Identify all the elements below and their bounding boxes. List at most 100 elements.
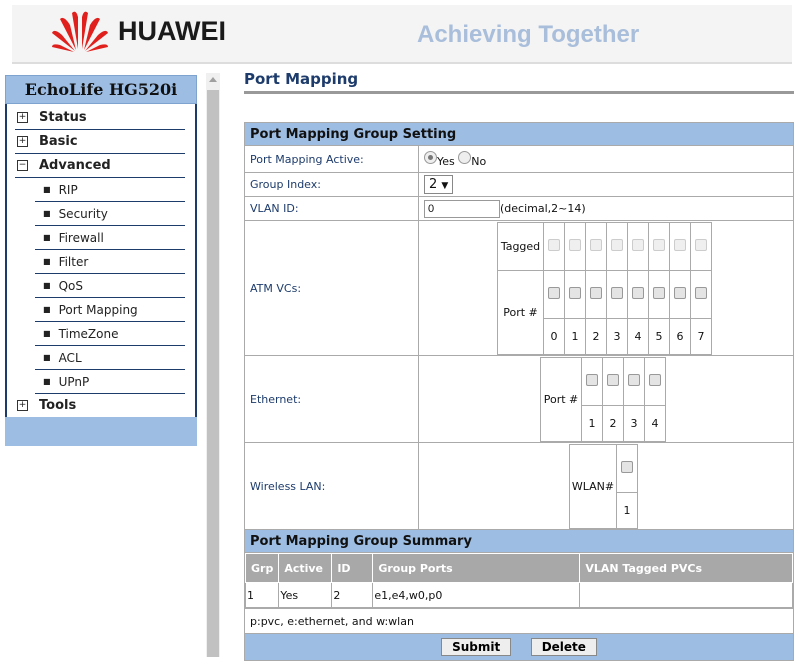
port-number: 4 xyxy=(627,317,649,355)
cell xyxy=(579,582,793,608)
sidebar-subitem-rip[interactable]: ■ RIP xyxy=(35,178,185,202)
table-row: 1 Yes 2 e1,e4,w0,p0 xyxy=(244,582,793,608)
cell: Yes xyxy=(278,582,333,608)
dropdown-arrow-icon: ▼ xyxy=(441,181,449,191)
port-checkbox[interactable] xyxy=(569,286,581,299)
label: Group Index: xyxy=(244,172,419,197)
scroll-up-icon[interactable] xyxy=(209,77,217,82)
expand-icon[interactable]: + xyxy=(17,112,28,123)
label: Yes xyxy=(437,154,455,168)
tagged-checkbox[interactable] xyxy=(569,238,581,251)
sidebar-item-status[interactable]: + Status xyxy=(15,106,185,130)
active-yes-radio[interactable] xyxy=(424,150,437,164)
port-checkbox[interactable] xyxy=(632,286,644,299)
port-number: 4 xyxy=(644,404,666,442)
sidebar-subitem-filter[interactable]: ■ Filter xyxy=(35,250,185,274)
vlan-hint: (decimal,2~14) xyxy=(500,201,586,215)
sidebar-subitem-security[interactable]: ■ Security xyxy=(35,202,185,226)
tagged-checkbox[interactable] xyxy=(674,238,686,251)
port-checkbox[interactable] xyxy=(695,286,707,299)
eth-port-checkbox[interactable] xyxy=(649,373,661,386)
sidebar-item-tools[interactable]: + Tools xyxy=(15,394,185,417)
port-number: 3 xyxy=(623,404,645,442)
bullet-icon: ■ xyxy=(43,329,51,338)
label: Port Mapping xyxy=(58,302,138,317)
atm-vc-table: Tagged Port # 01234567 xyxy=(497,221,712,355)
label: Tools xyxy=(39,398,77,413)
sidebar-subitem-port-mapping[interactable]: ■ Port Mapping xyxy=(35,298,185,322)
sidebar-footer xyxy=(5,417,197,446)
page-title: Port Mapping xyxy=(244,70,794,94)
bullet-icon: ■ xyxy=(43,281,51,290)
eth-port-checkbox[interactable] xyxy=(607,373,619,386)
huawei-logo: HUAWEI xyxy=(50,9,226,53)
sidebar-item-basic[interactable]: + Basic xyxy=(15,130,185,154)
sidebar-item-advanced[interactable]: − Advanced xyxy=(15,154,185,178)
sidebar-subitem-timezone[interactable]: ■ TimeZone xyxy=(35,322,185,346)
button-bar: Submit Delete xyxy=(244,633,794,661)
port-checkbox[interactable] xyxy=(548,286,560,299)
label: QoS xyxy=(58,278,83,293)
tagged-checkbox[interactable] xyxy=(653,238,665,251)
eth-port-checkbox[interactable] xyxy=(628,373,640,386)
section-title: Port Mapping Group Setting xyxy=(244,122,794,146)
active-no-radio[interactable] xyxy=(458,150,472,164)
section-title: Port Mapping Group Summary xyxy=(244,529,794,553)
label: Port # xyxy=(497,269,544,355)
eth-port-checkbox[interactable] xyxy=(586,373,598,386)
column-header: Group Ports xyxy=(372,553,581,583)
port-number: 1 xyxy=(581,404,603,442)
port-number: 6 xyxy=(669,317,691,355)
cell: 2 xyxy=(331,582,374,608)
scrollbar-thumb[interactable] xyxy=(207,90,219,657)
label: Ethernet: xyxy=(244,355,419,443)
value: 2 xyxy=(429,177,438,192)
sidebar-subitem-upnp[interactable]: ■ UPnP xyxy=(35,370,185,394)
slogan: Achieving Together xyxy=(417,21,640,48)
expand-icon[interactable]: + xyxy=(17,136,28,147)
tagged-checkbox[interactable] xyxy=(611,238,623,251)
ethernet-table: Port # 1234 xyxy=(540,356,666,442)
column-header: Active xyxy=(278,553,333,583)
bullet-icon: ■ xyxy=(43,305,51,314)
wlan-checkbox[interactable] xyxy=(621,460,633,473)
port-checkbox[interactable] xyxy=(611,286,623,299)
tagged-checkbox[interactable] xyxy=(632,238,644,251)
submit-button[interactable]: Submit xyxy=(441,638,512,656)
column-header: Grp xyxy=(244,553,280,583)
tagged-checkbox[interactable] xyxy=(590,238,602,251)
tagged-checkbox[interactable] xyxy=(548,238,560,251)
bullet-icon: ■ xyxy=(43,185,51,194)
group-index-select[interactable]: 2 ▼ xyxy=(424,175,454,194)
sidebar-subitem-qos[interactable]: ■ QoS xyxy=(35,274,185,298)
huawei-flower-icon xyxy=(52,11,108,52)
expand-icon[interactable]: + xyxy=(17,400,28,411)
port-checkbox[interactable] xyxy=(674,286,686,299)
label: Filter xyxy=(58,254,89,269)
label: UPnP xyxy=(58,374,90,389)
summary-table: Grp Active ID Group Ports VLAN Tagged PVCs 1… xyxy=(244,553,793,608)
port-checkbox[interactable] xyxy=(653,286,665,299)
bullet-icon: ■ xyxy=(43,377,51,386)
port-number: 0 xyxy=(543,317,565,355)
header: HUAWEI Achieving Together xyxy=(12,5,792,64)
tagged-checkbox[interactable] xyxy=(695,238,707,251)
label: Tagged xyxy=(497,221,544,271)
port-checkbox[interactable] xyxy=(590,286,602,299)
main-content: Port Mapping Port Mapping Group Setting … xyxy=(244,70,794,661)
label: Firewall xyxy=(58,230,104,245)
sidebar-subitem-acl[interactable]: ■ ACL xyxy=(35,346,185,370)
brand-name: HUAWEI xyxy=(118,15,226,46)
scrollbar[interactable] xyxy=(206,73,220,657)
label: ATM VCs: xyxy=(244,220,419,356)
device-title: EchoLife HG520i xyxy=(5,75,197,104)
label: Basic xyxy=(39,134,78,149)
port-number: 5 xyxy=(648,317,670,355)
sidebar-subitem-firewall[interactable]: ■ Firewall xyxy=(35,226,185,250)
vlan-id-input[interactable] xyxy=(424,199,500,218)
port-number: 7 xyxy=(690,317,712,355)
collapse-icon[interactable]: − xyxy=(17,160,28,171)
delete-button[interactable]: Delete xyxy=(530,638,597,656)
port-number: 1 xyxy=(564,317,586,355)
sidebar: EchoLife HG520i + Status + Basic − Advanced… xyxy=(5,75,197,446)
